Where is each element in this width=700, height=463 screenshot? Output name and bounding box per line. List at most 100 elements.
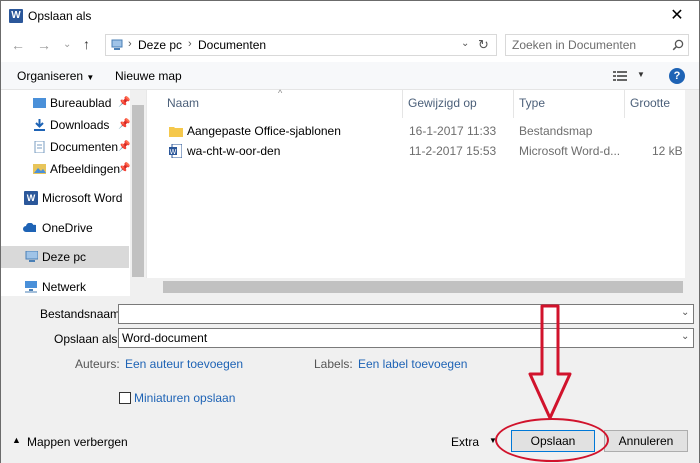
filename-label: Bestandsnaam: bbox=[40, 307, 124, 321]
column-header-type[interactable]: Type bbox=[519, 96, 545, 110]
back-arrow-icon[interactable]: ← bbox=[11, 37, 25, 53]
recent-chevron-icon[interactable]: ⌄ bbox=[63, 37, 71, 53]
column-divider bbox=[624, 90, 625, 118]
chevron-down-icon[interactable]: ⌄ bbox=[681, 307, 689, 318]
search-box[interactable] bbox=[505, 34, 689, 56]
pin-icon: 📌 bbox=[118, 141, 131, 152]
file-list: ^ Naam Gewijzigd op Type Grootte Aangepa… bbox=[146, 88, 699, 278]
nav-item-downloads[interactable]: Downloads 📌 bbox=[1, 114, 131, 136]
desktop-folder-icon bbox=[33, 98, 46, 108]
thumbnails-checkbox[interactable] bbox=[119, 392, 131, 404]
view-options-icon[interactable] bbox=[613, 70, 627, 82]
add-tag-link[interactable]: Een label toevoegen bbox=[358, 357, 467, 371]
folder-icon bbox=[169, 127, 183, 137]
column-header-modified[interactable]: Gewijzigd op bbox=[408, 96, 477, 110]
download-folder-icon bbox=[34, 119, 45, 131]
extra-button[interactable]: Extra bbox=[451, 435, 479, 449]
title-bar: W Opslaan als ✕ bbox=[1, 1, 699, 31]
chevron-right-icon: › bbox=[128, 38, 132, 50]
nav-item-afbeeldingen[interactable]: Afbeeldingen 📌 bbox=[1, 158, 131, 180]
window-title: Opslaan als bbox=[28, 9, 92, 23]
nav-item-microsoft-word[interactable]: W Microsoft Word bbox=[1, 187, 129, 209]
file-name: wa-cht-w-oor-den bbox=[187, 144, 281, 158]
sort-ascending-icon: ^ bbox=[278, 88, 283, 98]
new-folder-button[interactable]: Nieuwe map bbox=[115, 69, 182, 83]
tags-label: Labels: bbox=[314, 357, 353, 371]
nav-item-netwerk[interactable]: Netwerk bbox=[1, 276, 129, 296]
file-type: Microsoft Word-d... bbox=[519, 144, 621, 158]
forward-arrow-icon[interactable]: → bbox=[37, 37, 51, 53]
collapse-arrow-icon[interactable]: ▲ bbox=[12, 435, 21, 445]
nav-label: Deze pc bbox=[42, 250, 87, 264]
savetype-value: Word-document bbox=[122, 331, 208, 345]
filename-field[interactable]: ⌄ bbox=[118, 304, 694, 324]
nav-item-bureaublad[interactable]: Bureaublad 📌 bbox=[1, 92, 131, 114]
breadcrumb-documenten[interactable]: Documenten bbox=[198, 38, 266, 52]
network-icon bbox=[25, 281, 37, 293]
svg-text:W: W bbox=[170, 148, 177, 156]
up-arrow-icon[interactable]: ↑ bbox=[83, 36, 90, 52]
file-type: Bestandsmap bbox=[519, 124, 593, 138]
nav-item-documenten[interactable]: Documenten 📌 bbox=[1, 136, 131, 158]
file-list-scrollbar[interactable] bbox=[685, 90, 699, 296]
save-as-dialog: W Opslaan als ✕ ← → ⌄ ↑ › Deze pc › Docu… bbox=[0, 0, 700, 463]
annotation-ellipse bbox=[495, 418, 609, 462]
breadcrumb-deze-pc[interactable]: Deze pc bbox=[138, 38, 182, 52]
nav-label: OneDrive bbox=[42, 221, 93, 235]
word-app-icon: W bbox=[9, 9, 23, 23]
chevron-down-icon[interactable]: ⌄ bbox=[681, 331, 689, 342]
file-modified: 16-1-2017 11:33 bbox=[409, 124, 497, 138]
savetype-select[interactable]: Word-document ⌄ bbox=[118, 328, 694, 348]
file-modified: 11-2-2017 15:53 bbox=[409, 144, 497, 158]
dropdown-arrow-icon: ▼ bbox=[86, 73, 95, 82]
pictures-folder-icon bbox=[33, 164, 46, 174]
authors-label: Auteurs: bbox=[75, 357, 120, 371]
file-row[interactable]: Aangepaste Office-sjablonen 16-1-2017 11… bbox=[147, 120, 687, 142]
pc-icon bbox=[111, 39, 123, 50]
nav-label: Bureaublad bbox=[50, 96, 112, 110]
search-input[interactable] bbox=[506, 35, 666, 55]
nav-item-deze-pc[interactable]: Deze pc bbox=[1, 246, 129, 268]
nav-label: Afbeeldingen bbox=[50, 162, 121, 176]
search-icon[interactable] bbox=[672, 39, 684, 51]
organize-label: Organiseren bbox=[17, 69, 84, 83]
column-header-name[interactable]: Naam bbox=[167, 96, 199, 110]
help-icon[interactable]: ? bbox=[669, 68, 685, 84]
nav-label: Downloads bbox=[50, 118, 110, 132]
column-divider bbox=[402, 90, 403, 118]
documents-folder-icon bbox=[34, 141, 45, 153]
chevron-down-icon[interactable]: ⌄ bbox=[461, 38, 469, 49]
pin-icon: 📌 bbox=[118, 163, 131, 174]
file-name: Aangepaste Office-sjablonen bbox=[187, 124, 341, 138]
nav-scrollbar-thumb[interactable] bbox=[132, 105, 144, 277]
savetype-label: Opslaan als: bbox=[54, 332, 121, 346]
cancel-button[interactable]: Annuleren bbox=[604, 430, 688, 452]
address-bar[interactable]: › Deze pc › Documenten ⌄ ↻ bbox=[105, 34, 497, 56]
horizontal-scrollbar-thumb[interactable] bbox=[163, 281, 683, 293]
nav-label: Documenten bbox=[50, 140, 119, 154]
column-divider bbox=[513, 90, 514, 118]
pin-icon: 📌 bbox=[118, 97, 131, 108]
thumbnails-label[interactable]: Miniaturen opslaan bbox=[134, 391, 235, 405]
close-icon[interactable]: ✕ bbox=[667, 6, 687, 26]
word-icon: W bbox=[24, 191, 38, 205]
word-doc-icon: W bbox=[169, 144, 182, 158]
annotation-arrow bbox=[528, 304, 572, 420]
pin-icon: 📌 bbox=[118, 119, 131, 130]
navigation-pane: Bureaublad 📌 Downloads 📌 Documenten 📌 Af… bbox=[1, 90, 146, 296]
column-header-size[interactable]: Grootte bbox=[630, 96, 670, 110]
toolbar: Organiseren ▼ Nieuwe map ▼ ? bbox=[1, 62, 699, 90]
file-row[interactable]: W wa-cht-w-oor-den 11-2-2017 15:53 Micro… bbox=[147, 140, 687, 162]
organize-button[interactable]: Organiseren ▼ bbox=[17, 69, 94, 83]
filename-input[interactable] bbox=[121, 306, 217, 322]
add-author-link[interactable]: Een auteur toevoegen bbox=[125, 357, 243, 371]
nav-item-onedrive[interactable]: OneDrive bbox=[1, 217, 129, 239]
cloud-icon bbox=[23, 223, 36, 232]
hide-folders-button[interactable]: Mappen verbergen bbox=[27, 435, 128, 449]
nav-label: Netwerk bbox=[42, 280, 87, 294]
view-dropdown-icon[interactable]: ▼ bbox=[637, 70, 645, 79]
chevron-right-icon: › bbox=[188, 38, 192, 50]
refresh-icon[interactable]: ↻ bbox=[478, 37, 489, 53]
nav-label: Microsoft Word bbox=[42, 191, 123, 205]
file-size: 12 kB bbox=[652, 144, 683, 158]
